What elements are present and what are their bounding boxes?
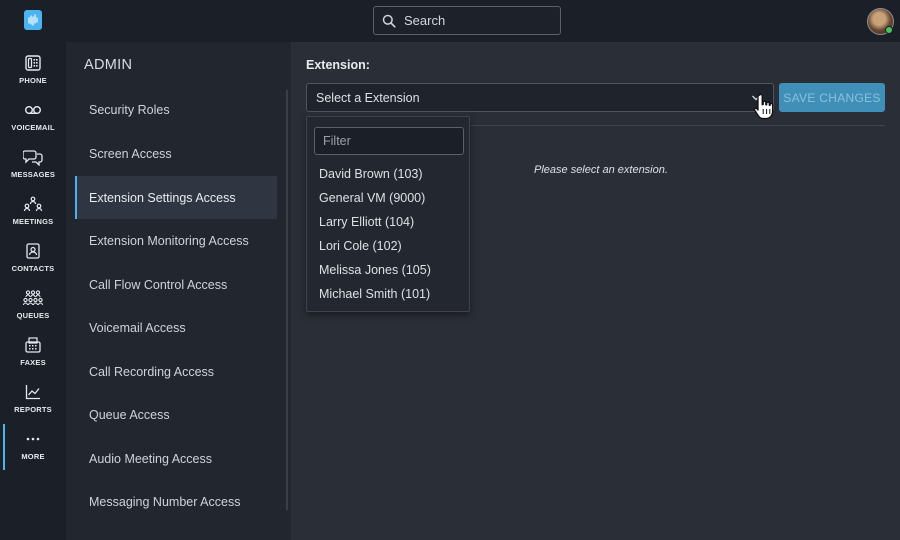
nav-reports[interactable]: REPORTS (0, 377, 66, 423)
admin-item-extension-monitoring-access[interactable]: Extension Monitoring Access (75, 219, 277, 262)
save-changes-button[interactable]: SAVE CHANGES (779, 83, 885, 112)
global-search[interactable]: Search (373, 6, 561, 35)
contacts-icon (26, 243, 40, 259)
dropdown-option[interactable]: Melissa Jones (105) (319, 263, 431, 277)
more-icon (26, 437, 40, 441)
admin-item-messaging-number-access[interactable]: Messaging Number Access (75, 480, 277, 523)
admin-sidebar: ADMIN Security Roles Screen Access Exten… (66, 42, 291, 540)
nav-phone-label: PHONE (19, 76, 47, 85)
nav-voicemail[interactable]: VOICEMAIL (0, 95, 66, 141)
phone-icon (25, 55, 41, 71)
nav-voicemail-label: VOICEMAIL (11, 123, 55, 132)
admin-item-voicemail-access[interactable]: Voicemail Access (75, 306, 277, 349)
empty-state-message: Please select an extension. (534, 164, 668, 176)
extension-select[interactable]: Select a Extension (306, 83, 774, 112)
nav-faxes[interactable]: FAXES (0, 330, 66, 376)
hand-pointer-cursor-icon (753, 93, 774, 120)
active-nav-indicator (3, 424, 5, 470)
nav-faxes-label: FAXES (20, 358, 46, 367)
extension-label: Extension: (306, 58, 370, 72)
dropdown-option[interactable]: General VM (9000) (319, 191, 425, 205)
search-placeholder: Search (404, 13, 446, 28)
primary-nav-rail: PHONE VOICEMAIL MESSAGES MEETINGS CONTAC… (0, 42, 66, 540)
nav-reports-label: REPORTS (14, 405, 52, 414)
admin-item-security-roles[interactable]: Security Roles (75, 88, 277, 131)
nav-meetings-label: MEETINGS (12, 217, 54, 226)
dropdown-option[interactable]: Michael Smith (101) (319, 287, 430, 301)
extension-dropdown-menu: David Brown (103) General VM (9000) Larr… (306, 116, 470, 312)
voicemail-icon (25, 105, 41, 115)
meetings-icon (23, 196, 43, 212)
queues-icon (22, 290, 44, 306)
nav-more-label: MORE (21, 452, 45, 461)
nav-queues-label: QUEUES (16, 311, 50, 320)
nav-more[interactable]: MORE (0, 424, 66, 470)
dropdown-filter-input[interactable] (314, 127, 464, 155)
admin-item-call-recording-access[interactable]: Call Recording Access (75, 350, 277, 393)
dropdown-option[interactable]: David Brown (103) (319, 167, 423, 181)
presence-status-indicator (885, 26, 893, 34)
dropdown-option[interactable]: Lori Cole (102) (319, 239, 402, 253)
nav-messages-label: MESSAGES (10, 170, 56, 179)
top-bar: Search (0, 0, 900, 42)
admin-item-audio-meeting-access[interactable]: Audio Meeting Access (75, 437, 277, 480)
search-icon (382, 14, 396, 28)
nav-meetings[interactable]: MEETINGS (0, 189, 66, 235)
nav-queues[interactable]: QUEUES (0, 283, 66, 329)
admin-item-call-flow-control-access[interactable]: Call Flow Control Access (75, 263, 277, 306)
admin-item-queue-access[interactable]: Queue Access (75, 393, 277, 436)
reports-icon (25, 385, 40, 400)
nav-contacts[interactable]: CONTACTS (0, 236, 66, 282)
nav-messages[interactable]: MESSAGES (0, 142, 66, 188)
soundwave-logo-icon (28, 14, 38, 26)
admin-title: ADMIN (84, 57, 133, 73)
admin-item-extension-settings-access[interactable]: Extension Settings Access (75, 176, 277, 219)
dropdown-option[interactable]: Larry Elliott (104) (319, 215, 414, 229)
admin-sidebar-scrollbar[interactable] (286, 90, 288, 510)
messages-icon (23, 150, 43, 166)
admin-item-screen-access[interactable]: Screen Access (75, 132, 277, 175)
fax-icon (25, 337, 41, 353)
nav-phone[interactable]: PHONE (0, 48, 66, 94)
app-logo[interactable] (24, 10, 42, 30)
extension-select-placeholder: Select a Extension (316, 90, 420, 105)
nav-contacts-label: CONTACTS (11, 264, 55, 273)
